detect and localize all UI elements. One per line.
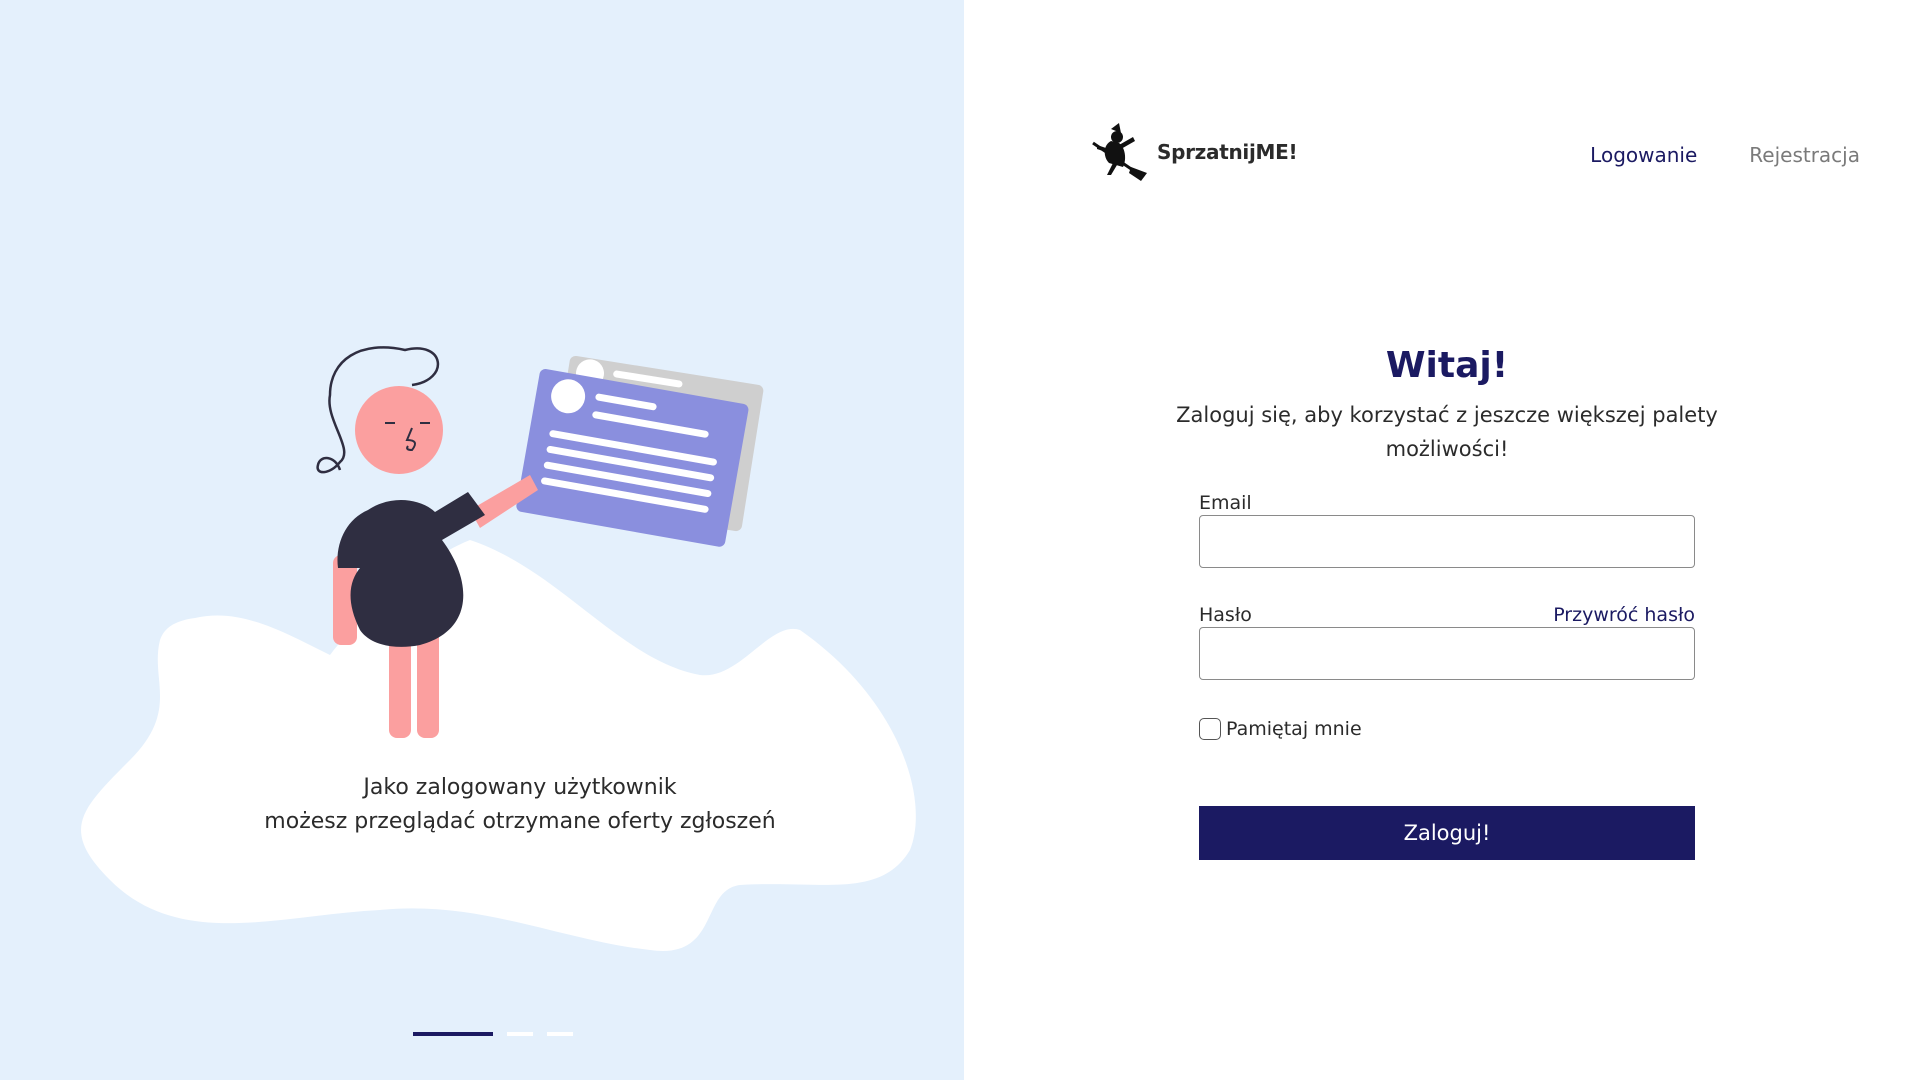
nav-register-link[interactable]: Rejestracja <box>1749 143 1860 167</box>
witch-on-broom-icon <box>1092 123 1147 181</box>
login-panel: SprzatnijME! Logowanie Rejestracja Witaj… <box>964 0 1920 1080</box>
login-form: Witaj! Zaloguj się, aby korzystać z jesz… <box>1176 340 1718 860</box>
carousel-dot-1[interactable] <box>413 1032 493 1036</box>
forgot-password-link[interactable]: Przywróć hasło <box>1553 604 1695 626</box>
nav-login-link[interactable]: Logowanie <box>1590 143 1697 167</box>
hero-caption-line-1: Jako zalogowany użytkownik <box>363 775 677 800</box>
password-label: Hasło <box>1199 604 1252 626</box>
page-subtitle: Zaloguj się, aby korzystać z jeszcze wię… <box>1176 403 1718 461</box>
remember-me-row: Pamiętaj mnie <box>1199 718 1695 740</box>
top-nav: Logowanie Rejestracja <box>1590 143 1860 167</box>
carousel-dot-2[interactable] <box>507 1032 533 1036</box>
hero-panel: Jako zalogowany użytkownik możesz przegl… <box>0 0 964 1080</box>
login-submit-button[interactable]: Zaloguj! <box>1199 806 1695 860</box>
carousel-indicator <box>413 1032 573 1036</box>
email-field-group: Email <box>1199 492 1695 568</box>
hero-caption-line-2: możesz przeglądać otrzymane oferty zgłos… <box>264 809 776 834</box>
email-field[interactable] <box>1199 515 1695 568</box>
carousel-dot-3[interactable] <box>547 1032 573 1036</box>
email-label: Email <box>1199 492 1252 514</box>
brand-name: SprzatnijME! <box>1157 140 1298 164</box>
password-field[interactable] <box>1199 627 1695 680</box>
password-field-group: Hasło Przywróć hasło <box>1199 604 1695 680</box>
page-title: Witaj! <box>1385 345 1509 386</box>
remember-me-label[interactable]: Pamiętaj mnie <box>1226 718 1362 740</box>
remember-me-checkbox[interactable] <box>1199 718 1221 740</box>
brand-logo[interactable]: SprzatnijME! <box>1089 123 1298 181</box>
hero-caption: Jako zalogowany użytkownik możesz przegl… <box>220 771 820 839</box>
person-holding-card-illustration <box>316 346 764 738</box>
